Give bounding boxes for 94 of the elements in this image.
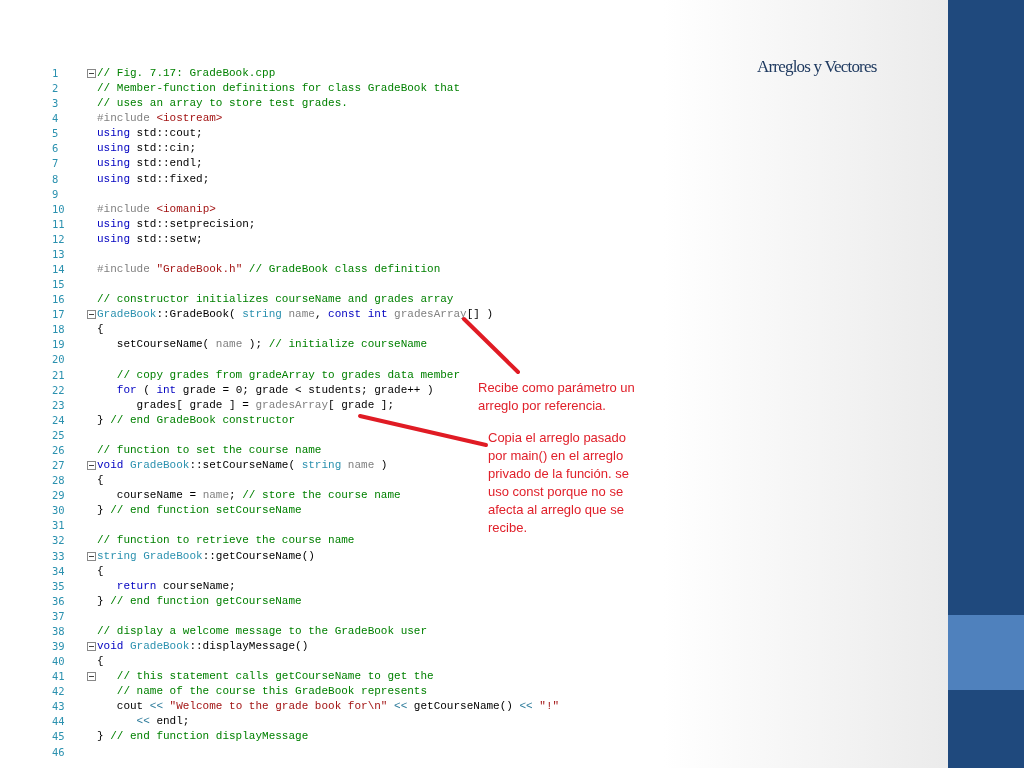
line-number: 20 [51,352,66,368]
line-number: 31 [51,518,66,534]
collapse-icon[interactable] [87,672,96,682]
line-number: 6 [51,141,60,157]
annotation-line [462,317,520,374]
line-number: 19 [51,337,66,353]
code-line: using std::cin; [96,141,197,157]
code-line: string GradeBook::getCourseName() [96,548,315,564]
code-line: // function to retrieve the course name [96,533,355,549]
code-line: } // end function setCourseName [96,503,302,519]
annotation-text: Recibe como parámetro un arreglo por referencia. [478,379,636,415]
code-line: GradeBook::GradeBook( string name, const int gradesArray[] ) [96,307,494,323]
code-line: << endl; [135,714,190,730]
line-number: 11 [51,216,66,232]
collapse-icon[interactable] [87,461,96,471]
code-line: // Member-function definitions for class GradeBook that [96,81,461,97]
line-number: 1 [51,66,60,81]
line-number: 43 [51,699,66,715]
line-number: 45 [51,729,66,745]
code-line: // this statement calls getCourseName to get the [115,669,434,685]
code-line: using std::cout; [96,126,203,142]
collapse-icon[interactable] [87,310,96,320]
line-number: 29 [51,488,66,504]
code-line: #include <iomanip> [96,201,216,217]
annotation-text: Copia el arreglo pasado por main() en el arreglo privado de la función. se uso const porque no se afecta al arreglo que se recibe. [488,429,630,537]
code-line: } // end GradeBook constructor [96,412,296,428]
line-number: 23 [51,397,66,413]
line-number: 42 [51,684,66,700]
code-line: using std::setprecision; [96,216,256,232]
line-number: 39 [51,638,66,654]
collapse-icon[interactable] [87,551,96,561]
code-line: // display a welcome message to the GradeBook user [96,623,428,639]
line-number: 4 [51,111,60,127]
code-line: { [96,654,104,670]
line-number: 24 [51,412,66,428]
code-line: { [96,322,104,338]
code-line: using std::fixed; [96,171,210,187]
code-line: // constructor initializes courseName and grades array [96,292,454,308]
line-number: 40 [51,654,66,670]
line-number: 21 [51,367,66,383]
code-line: } // end function displayMessage [96,729,309,745]
line-number: 27 [51,458,66,474]
line-number: 37 [51,608,66,624]
code-line: // copy grades from gradeArray to grades data member [115,367,461,383]
line-number: 5 [51,126,60,142]
code-line: // function to set the course name [96,442,322,458]
line-number: 28 [51,473,66,489]
collapse-icon[interactable] [87,642,96,651]
line-number: 26 [51,442,66,458]
code-line: { [96,563,104,579]
code-line: void GradeBook::displayMessage() [96,638,309,654]
code-line: using std::setw; [96,231,203,247]
line-number: 12 [51,231,66,247]
code-line: #include <iostream> [96,111,223,127]
code-line: setCourseName( name ); // initialize courseName [115,337,428,353]
line-number: 38 [51,623,66,639]
line-number: 13 [51,246,66,262]
line-number: 33 [51,548,66,564]
line-number: 7 [51,156,60,172]
line-number: 16 [51,292,66,308]
code-line: #include "GradeBook.h" // GradeBook class definition [96,262,441,277]
code-line: // name of the course this GradeBook represents [115,684,428,700]
line-number: 34 [51,563,66,579]
line-number: 9 [51,186,60,202]
line-number: 22 [51,382,66,398]
line-number: 14 [51,262,66,277]
line-number: 41 [51,669,66,685]
code-line: grades[ grade ] = gradesArray[ grade ]; [135,397,395,413]
code-line: // Fig. 7.17: GradeBook.cpp [96,66,276,81]
code-line: courseName = name; // store the course name [115,488,401,504]
code-line: using std::endl; [96,156,203,172]
line-number: 3 [51,96,60,112]
line-number: 15 [51,277,66,293]
line-number: 35 [51,578,66,594]
collapse-icon[interactable] [87,69,96,79]
code-line: cout << "Welcome to the grade book for\n" << getCourseName() << "!" [115,699,560,715]
code-line: // uses an array to store test grades. [96,96,348,112]
code-line: { [96,473,104,489]
line-number: 44 [51,714,66,730]
slide-title: Arreglos y Vectores [757,57,877,77]
line-number: 36 [51,593,66,609]
line-number: 46 [51,744,66,760]
line-number: 8 [51,171,60,187]
code-line: return courseName; [115,578,236,594]
code-line: } // end function getCourseName [96,593,302,609]
line-number: 17 [51,307,66,323]
line-number: 30 [51,503,66,519]
line-number: 32 [51,533,66,549]
line-number: 25 [51,427,66,443]
code-line: for ( int grade = 0; grade < students; grade++ ) [115,382,434,398]
line-number: 2 [51,81,60,97]
line-number: 10 [51,201,66,217]
code-line: void GradeBook::setCourseName( string name ) [96,458,388,474]
line-number: 18 [51,322,66,338]
